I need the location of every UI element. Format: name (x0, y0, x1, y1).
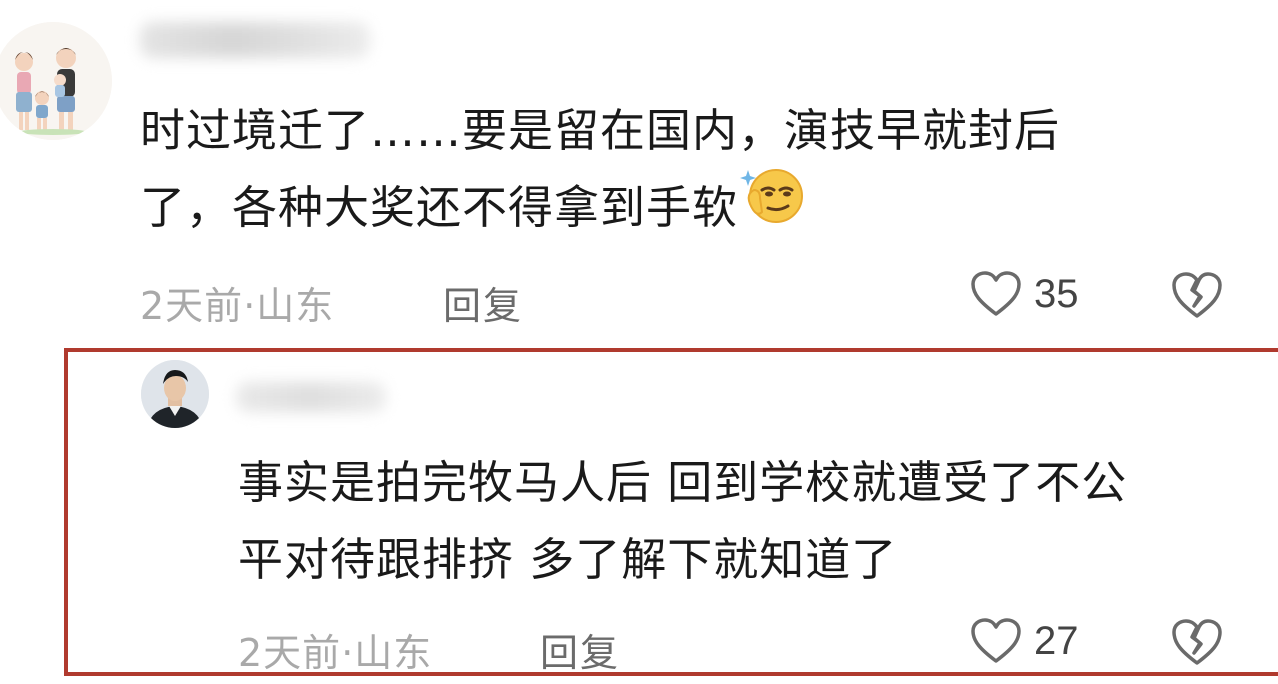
like-button[interactable]: 35 (970, 270, 1079, 318)
reply-button[interactable]: 回复 (540, 622, 620, 677)
commenter-username-blurred[interactable] (140, 22, 370, 58)
smirk-emoji-icon (740, 164, 806, 249)
comment-time: 2天前 (140, 284, 244, 328)
like-count: 35 (1034, 271, 1079, 316)
meta-separator: · (341, 631, 355, 675)
comment-body: 时过境迁了……要是留在国内，演技早就封后 了，各种大奖还不得拿到手软 (140, 92, 1060, 246)
comment-meta: 2天前·山东 (140, 275, 334, 330)
comment-location: 山东 (256, 284, 335, 328)
reply-time: 2天前 (238, 631, 342, 675)
man-in-suit-photo-avatar (141, 360, 209, 428)
comment-text-line: 时过境迁了……要是留在国内，演技早就封后 (140, 104, 1061, 157)
commenter-avatar[interactable] (0, 22, 112, 140)
family-illustration-avatar (0, 22, 112, 140)
dislike-button[interactable] (1170, 617, 1224, 671)
comment-text-line: 了，各种大奖还不得拿到手软 (140, 181, 739, 234)
reply-commenter-avatar[interactable] (141, 360, 209, 428)
heart-outline-icon (971, 618, 1021, 663)
comment-thread: 时过境迁了……要是留在国内，演技早就封后 了，各种大奖还不得拿到手软 2天前·山… (0, 0, 1278, 684)
reply-text-line: 事实是拍完牧马人后 回到学校就遭受了不公 (238, 456, 1128, 509)
meta-separator: · (243, 284, 257, 328)
broken-heart-icon (1172, 272, 1222, 318)
like-count: 27 (1034, 618, 1079, 663)
reply-meta: 2天前·山东 (238, 622, 432, 677)
like-button[interactable]: 27 (970, 617, 1079, 665)
reply-commenter-username-blurred[interactable] (236, 382, 386, 412)
broken-heart-icon (1172, 619, 1222, 665)
reply-location: 山东 (354, 631, 433, 675)
reply-body: 事实是拍完牧马人后 回到学校就遭受了不公 平对待跟排挤 多了解下就知道了 (238, 444, 1127, 598)
comment-text-line-last: 了，各种大奖还不得拿到手软 (140, 168, 1060, 246)
reply-text-line: 平对待跟排挤 多了解下就知道了 (238, 533, 898, 586)
heart-outline-icon (971, 271, 1021, 316)
dislike-button[interactable] (1170, 270, 1224, 324)
reply-button[interactable]: 回复 (443, 275, 523, 330)
